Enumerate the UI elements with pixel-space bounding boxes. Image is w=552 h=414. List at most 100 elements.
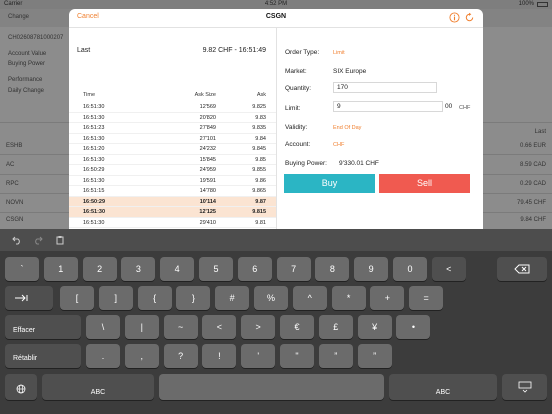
bg-buying-power-label: Buying Power [8, 61, 46, 67]
refresh-icon[interactable] [464, 12, 475, 23]
effacer-key[interactable]: Effacer [5, 315, 81, 339]
key[interactable]: 9 [354, 257, 389, 281]
key[interactable]: 3 [121, 257, 156, 281]
key[interactable]: ~ [163, 315, 198, 339]
key[interactable]: < [202, 315, 237, 339]
key[interactable]: * [331, 286, 366, 310]
ask-size-cell: 14'780 [199, 188, 216, 194]
ask-size-cell: 10'114 [199, 198, 216, 205]
ask-cell: 9.845 [252, 146, 266, 152]
time-cell: 16:51:30 [83, 177, 105, 184]
info-icon[interactable] [449, 12, 460, 23]
order-form: Order Type: Limit Market: SIX Europe Qua… [277, 27, 483, 229]
key[interactable]: ! [202, 344, 237, 368]
ask-cell: 9.835 [252, 125, 266, 131]
key[interactable]: € [280, 315, 314, 339]
sell-button[interactable]: Sell [379, 174, 470, 193]
key[interactable]: \ [86, 315, 120, 339]
table-row[interactable]: 16:50:29 24'959 9.855 [69, 165, 276, 176]
limit-field[interactable]: 9 [333, 101, 443, 112]
table-row[interactable]: 16:51:30 15'845 9.85 [69, 155, 276, 165]
undo-icon[interactable] [12, 235, 22, 245]
key[interactable]: ” [357, 344, 392, 368]
key[interactable]: % [254, 286, 288, 310]
battery-icon [537, 2, 548, 7]
key[interactable]: 6 [237, 257, 272, 281]
key[interactable]: . [86, 344, 120, 368]
key[interactable]: [ [60, 286, 94, 310]
key[interactable]: 8 [315, 257, 350, 281]
redo-icon[interactable] [33, 235, 43, 245]
bg-performance-label: Performance [8, 77, 43, 83]
paste-icon[interactable] [55, 235, 65, 245]
key[interactable]: 0 [393, 257, 427, 281]
space-key[interactable] [159, 374, 384, 400]
limit-decimals[interactable]: 00 [445, 103, 452, 110]
key[interactable]: | [124, 315, 159, 339]
table-row[interactable]: 16:51:30 27'101 9.84 [69, 134, 276, 144]
key[interactable]: " [280, 344, 314, 368]
order-modal: Cancel CSGN Last 9.82 CHF - 16:51:49 Tim… [69, 9, 483, 229]
key[interactable]: , [124, 344, 159, 368]
key[interactable]: ? [163, 344, 198, 368]
key[interactable]: # [215, 286, 250, 310]
table-row[interactable]: 16:51:30 19'591 9.86 [69, 176, 276, 186]
tab-key[interactable] [5, 286, 53, 310]
ask-cell: 9.83 [255, 114, 266, 121]
globe-key[interactable] [5, 374, 37, 400]
key[interactable]: ` [5, 257, 39, 281]
key[interactable]: ' [241, 344, 276, 368]
key[interactable]: { [137, 286, 172, 310]
table-row[interactable]: 16:51:30 20'820 9.83 [69, 113, 276, 123]
bg-row-name[interactable]: CSGN [6, 217, 23, 223]
table-row[interactable]: 16:51:30 12'125 9.815 [69, 207, 276, 218]
bg-row-name[interactable]: ESHB [6, 143, 22, 149]
key[interactable]: } [176, 286, 211, 310]
key[interactable]: 4 [160, 257, 195, 281]
key[interactable]: ] [98, 286, 133, 310]
key[interactable]: 7 [276, 257, 311, 281]
key[interactable]: ^ [292, 286, 327, 310]
bg-row-name[interactable]: NOVN [6, 200, 23, 206]
last-value: 9.82 CHF - 16:51:49 [202, 47, 266, 54]
table-row[interactable]: 16:51:23 27'849 9.835 [69, 123, 276, 134]
key[interactable]: > [241, 315, 276, 339]
bg-account-value-label: Account Value [8, 51, 47, 57]
abc-key-left[interactable]: ABC [42, 374, 154, 400]
key[interactable]: • [396, 315, 431, 339]
bg-row-name[interactable]: RPC [6, 181, 19, 187]
validity-select[interactable]: End Of Day [333, 125, 361, 131]
order-book-panel: Last 9.82 CHF - 16:51:49 Time Ask Size A… [69, 27, 277, 229]
key[interactable]: = [409, 286, 444, 310]
time-cell: 16:50:29 [83, 198, 106, 205]
ask-size-cell: 24'232 [199, 146, 216, 152]
account-select[interactable]: CHF [333, 142, 344, 148]
retablir-key[interactable]: Rétablir [5, 344, 81, 368]
col-header-time: Time [83, 92, 96, 98]
key[interactable]: < [431, 257, 466, 281]
quantity-field[interactable]: 170 [333, 82, 437, 93]
key[interactable]: ¥ [357, 315, 392, 339]
backspace-key[interactable] [497, 257, 547, 281]
table-row[interactable]: 16:51:30 12'569 9.825 [69, 102, 276, 113]
abc-key-right[interactable]: ABC [389, 374, 497, 400]
order-type-select[interactable]: Limit [333, 50, 345, 56]
ask-cell: 9.86 [255, 177, 266, 184]
limit-label: Limit: [285, 105, 301, 112]
key[interactable]: + [370, 286, 405, 310]
bg-row-value: 79.45 CHF [516, 200, 546, 206]
buy-button[interactable]: Buy [284, 174, 375, 193]
table-row[interactable]: 16:51:30 29'410 9.81 [69, 218, 276, 228]
time-cell: 16:51:30 [83, 209, 106, 215]
key[interactable]: 2 [82, 257, 117, 281]
bg-row-name[interactable]: AC [6, 162, 14, 168]
table-row[interactable]: 16:50:29 10'114 9.87 [69, 196, 276, 207]
time-cell: 16:51:23 [83, 125, 105, 131]
table-row[interactable]: 16:51:15 14'780 9.865 [69, 186, 276, 197]
key[interactable]: ” [318, 344, 353, 368]
key[interactable]: £ [318, 315, 353, 339]
key[interactable]: 1 [43, 257, 78, 281]
table-row[interactable]: 16:51:20 24'232 9.845 [69, 144, 276, 155]
keyboard-dismiss-key[interactable] [502, 374, 547, 400]
key[interactable]: 5 [199, 257, 233, 281]
